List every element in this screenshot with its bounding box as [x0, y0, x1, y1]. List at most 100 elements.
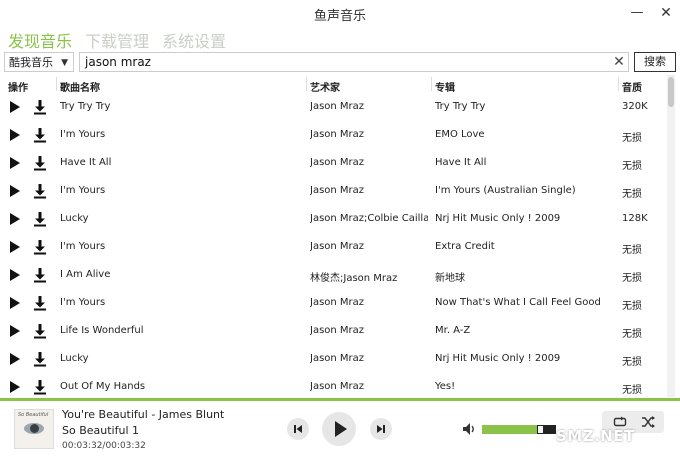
album-cell: 新地球 [435, 273, 465, 284]
table-row[interactable]: I'm Yours Jason Mraz Now That's What I Cal… [0, 289, 666, 317]
album-cell: EMO Love [435, 129, 485, 140]
album-cell: Nrj Hit Music Only ! 2009 [435, 353, 561, 364]
album-cell: Now That's What I Call Feel Good [435, 297, 601, 308]
song-name-cell: I'm Yours [60, 241, 106, 252]
minimize-button[interactable]: — [627, 4, 647, 22]
tab-discover[interactable]: 发现音乐 [8, 28, 72, 52]
play-icon[interactable] [10, 101, 20, 113]
search-bar: 酷我音乐 ▼ jason mraz ✕ 搜索 [0, 50, 680, 74]
scrollbar-thumb[interactable] [668, 77, 674, 107]
skip-previous-icon [294, 425, 302, 433]
download-icon[interactable] [33, 239, 47, 255]
column-divider[interactable] [431, 77, 432, 91]
header-artist[interactable]: 艺术家 [310, 79, 340, 94]
tab-settings[interactable]: 系统设置 [162, 28, 226, 52]
song-name-cell: Lucky [60, 353, 89, 364]
play-button[interactable] [322, 412, 356, 446]
artist-cell: Jason Mraz;Colbie Caillat [310, 213, 428, 224]
column-divider[interactable] [306, 77, 307, 91]
clear-icon[interactable]: ✕ [612, 53, 626, 71]
close-button[interactable]: ✕ [656, 4, 676, 22]
header-album[interactable]: 专辑 [435, 79, 455, 94]
source-select[interactable]: 酷我音乐 ▼ [4, 52, 74, 72]
header-quality[interactable]: 音质 [622, 79, 642, 94]
table-row[interactable]: Try Try Try Jason Mraz Try Try Try 320K [0, 93, 666, 121]
volume-level [482, 425, 537, 434]
volume-icon[interactable] [462, 422, 476, 436]
table-row[interactable]: I Am Alive 林俊杰;Jason Mraz 新地球 无损 [0, 261, 666, 289]
play-icon[interactable] [10, 213, 20, 225]
download-icon[interactable] [33, 351, 47, 367]
header-name[interactable]: 歌曲名称 [60, 79, 100, 94]
quality-cell: 无损 [622, 245, 642, 256]
download-icon[interactable] [33, 155, 47, 171]
download-icon[interactable] [33, 323, 47, 339]
play-icon[interactable] [10, 297, 20, 309]
cover-pupil-image [30, 424, 39, 433]
table-row[interactable]: Life Is Wonderful Jason Mraz Mr. A-Z 无损 [0, 317, 666, 345]
cover-title: So Beautiful [18, 412, 49, 418]
table-row[interactable]: Have It All Jason Mraz Have It All 无损 [0, 149, 666, 177]
artist-cell: Jason Mraz [310, 157, 365, 168]
song-name-cell: Try Try Try [60, 101, 111, 112]
table-row[interactable]: I'm Yours Jason Mraz Extra Credit 无损 [0, 233, 666, 261]
next-button[interactable] [370, 418, 392, 440]
song-name-cell: Life Is Wonderful [60, 325, 144, 336]
column-divider[interactable] [618, 77, 619, 91]
watermark: SMZ.NET [556, 427, 635, 445]
quality-cell: 无损 [622, 357, 642, 368]
play-icon[interactable] [10, 269, 20, 281]
artist-cell: Jason Mraz [310, 101, 365, 112]
artist-cell: Jason Mraz [310, 353, 365, 364]
play-icon[interactable] [10, 129, 20, 141]
download-icon[interactable] [33, 211, 47, 227]
volume-knob[interactable] [537, 425, 544, 434]
song-name-cell: Lucky [60, 213, 89, 224]
album-cell: Mr. A-Z [435, 325, 471, 336]
album-cell: Try Try Try [435, 101, 486, 112]
table-header: 操作 歌曲名称 艺术家 专辑 音质 [0, 75, 666, 94]
album-cell: Yes! [435, 381, 456, 392]
table-row[interactable]: I'm Yours Jason Mraz I'm Yours (Australian… [0, 177, 666, 205]
now-playing-time: 00:03:32/00:03:32 [62, 441, 146, 451]
main-nav: 发现音乐 下载管理 系统设置 [8, 28, 239, 52]
vertical-scrollbar[interactable] [667, 75, 675, 397]
download-icon[interactable] [33, 127, 47, 143]
artist-cell: Jason Mraz [310, 241, 365, 252]
play-icon[interactable] [10, 185, 20, 197]
play-icon[interactable] [10, 325, 20, 337]
previous-button[interactable] [287, 418, 309, 440]
download-icon[interactable] [33, 267, 47, 283]
table-row[interactable]: Lucky Jason Mraz Nrj Hit Music Only ! 2009… [0, 345, 666, 373]
quality-cell: 无损 [622, 301, 642, 312]
artist-cell: Jason Mraz [310, 297, 365, 308]
play-icon[interactable] [10, 381, 20, 393]
now-playing-album: So Beautiful 1 [62, 424, 139, 437]
play-icon[interactable] [10, 353, 20, 365]
download-icon[interactable] [33, 379, 47, 395]
artist-cell: Jason Mraz [310, 129, 365, 140]
shuffle-icon[interactable] [640, 414, 656, 430]
download-icon[interactable] [33, 183, 47, 199]
title-bar: 鱼声音乐 — ✕ [0, 0, 680, 26]
tab-downloads[interactable]: 下载管理 [85, 28, 149, 52]
play-icon[interactable] [10, 157, 20, 169]
column-divider[interactable] [56, 77, 57, 91]
download-icon[interactable] [33, 295, 47, 311]
song-name-cell: Have It All [60, 157, 112, 168]
play-icon[interactable] [10, 241, 20, 253]
album-cell: I'm Yours (Australian Single) [435, 185, 576, 196]
search-input[interactable]: jason mraz [79, 52, 629, 72]
quality-cell: 无损 [622, 329, 642, 340]
results-table: 操作 歌曲名称 艺术家 专辑 音质 Try Try Try Jason Mraz T… [0, 75, 666, 397]
chevron-down-icon: ▼ [61, 58, 68, 68]
search-button[interactable]: 搜索 [634, 52, 676, 72]
table-row[interactable]: Out Of My Hands Jason Mraz Yes! 无损 [0, 373, 666, 397]
download-icon[interactable] [33, 99, 47, 115]
artist-cell: Jason Mraz [310, 381, 365, 392]
source-select-value: 酷我音乐 [9, 56, 53, 69]
table-row[interactable]: I'm Yours Jason Mraz EMO Love 无损 [0, 121, 666, 149]
table-row[interactable]: Lucky Jason Mraz;Colbie Caillat Nrj Hit Mu… [0, 205, 666, 233]
album-cell: Extra Credit [435, 241, 495, 252]
volume-slider[interactable] [482, 425, 556, 434]
